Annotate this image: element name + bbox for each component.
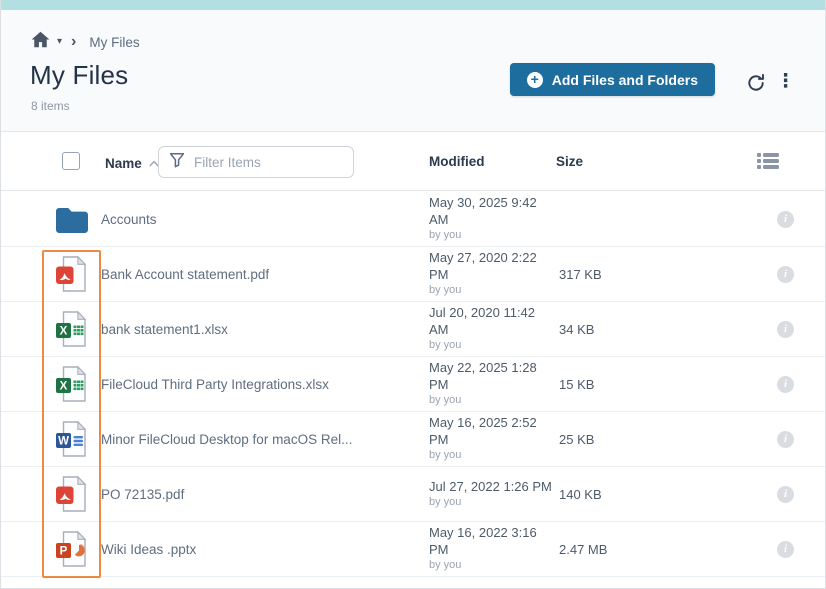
info-icon[interactable]: i [777, 266, 794, 283]
file-type-icon: W [53, 420, 101, 458]
file-size: 140 KB [556, 487, 666, 502]
home-icon[interactable] [31, 31, 50, 53]
file-size: 317 KB [556, 267, 666, 282]
breadcrumb: ▾ › My Files [31, 31, 140, 53]
modified-cell: May 16, 2022 3:16 PM by you [429, 525, 556, 572]
more-options-icon[interactable]: ⋮ [772, 68, 799, 96]
file-name[interactable]: Minor FileCloud Desktop for macOS Rel... [101, 432, 429, 447]
file-size: 2.47 MB [556, 542, 666, 557]
modified-by: by you [429, 229, 556, 243]
modified-cell: May 30, 2025 9:42 AM by you [429, 195, 556, 242]
file-type-icon: X [53, 310, 101, 348]
top-accent-bar [1, 0, 825, 10]
filecloud-window: ▾ › My Files My Files 8 items + Add File… [0, 0, 826, 589]
file-row[interactable]: W Minor FileCloud Desktop for macOS Rel.… [1, 412, 825, 467]
file-name[interactable]: bank statement1.xlsx [101, 322, 429, 337]
table-header: Name Modified Size [1, 133, 825, 191]
file-row[interactable]: Bank Account statement.pdf May 27, 2020 … [1, 247, 825, 302]
column-header-name[interactable]: Name [105, 156, 142, 171]
pdf-file-icon [53, 475, 89, 513]
file-row[interactable]: P Wiki Ideas .pptx May 16, 2022 3:16 PM … [1, 522, 825, 577]
file-row[interactable]: Accounts May 30, 2025 9:42 AM by you i [1, 192, 825, 247]
chevron-down-icon[interactable]: ▾ [57, 37, 62, 47]
filter-input[interactable] [194, 155, 343, 170]
modified-cell: May 16, 2025 2:52 PM by you [429, 415, 556, 462]
file-size: 15 KB [556, 377, 666, 392]
add-files-button-label: Add Files and Folders [552, 72, 698, 88]
pptx-file-icon: P [53, 530, 89, 568]
column-header-modified[interactable]: Modified [429, 154, 485, 169]
list-view-icon[interactable] [756, 151, 780, 176]
file-size: 25 KB [556, 432, 666, 447]
modified-cell: Jul 20, 2020 11:42 AM by you [429, 305, 556, 352]
file-row[interactable]: PO 72135.pdf Jul 27, 2022 1:26 PM by you… [1, 467, 825, 522]
docx-file-icon: W [53, 420, 89, 458]
info-icon[interactable]: i [777, 211, 794, 228]
info-icon[interactable]: i [777, 376, 794, 393]
svg-text:X: X [60, 326, 68, 338]
file-name[interactable]: FileCloud Third Party Integrations.xlsx [101, 377, 429, 392]
file-type-icon: P [53, 530, 101, 568]
info-icon[interactable]: i [777, 486, 794, 503]
modified-by: by you [429, 496, 556, 510]
modified-cell: Jul 27, 2022 1:26 PM by you [429, 479, 556, 510]
modified-date: May 16, 2022 3:16 PM [429, 525, 556, 558]
modified-by: by you [429, 394, 556, 408]
file-name[interactable]: Wiki Ideas .pptx [101, 542, 429, 557]
add-files-button[interactable]: + Add Files and Folders [510, 63, 715, 96]
file-row[interactable]: X bank statement1.xlsx Jul 20, 2020 11:4… [1, 302, 825, 357]
modified-date: May 22, 2025 1:28 PM [429, 360, 556, 393]
file-name[interactable]: Accounts [101, 212, 429, 227]
file-type-icon [53, 204, 101, 235]
modified-by: by you [429, 449, 556, 463]
file-list: Accounts May 30, 2025 9:42 AM by you i B… [1, 192, 825, 577]
pdf-file-icon [53, 255, 89, 293]
refresh-icon[interactable] [745, 72, 767, 94]
file-name[interactable]: PO 72135.pdf [101, 487, 429, 502]
modified-by: by you [429, 559, 556, 573]
file-type-icon [53, 475, 101, 513]
modified-date: May 30, 2025 9:42 AM [429, 195, 556, 228]
modified-date: May 27, 2020 2:22 PM [429, 250, 556, 283]
modified-date: Jul 27, 2022 1:26 PM [429, 479, 556, 495]
file-size: 34 KB [556, 322, 666, 337]
column-header-size[interactable]: Size [556, 154, 583, 169]
file-row[interactable]: X FileCloud Third Party Integrations.xls… [1, 357, 825, 412]
file-name[interactable]: Bank Account statement.pdf [101, 267, 429, 282]
xlsx-file-icon: X [53, 310, 89, 348]
item-count: 8 items [31, 99, 70, 113]
filter-box [158, 146, 354, 178]
modified-date: May 16, 2025 2:52 PM [429, 415, 556, 448]
plus-circle-icon: + [527, 72, 543, 88]
modified-cell: May 27, 2020 2:22 PM by you [429, 250, 556, 297]
info-icon[interactable]: i [777, 321, 794, 338]
select-all-checkbox[interactable] [62, 152, 80, 170]
page-header: ▾ › My Files My Files 8 items + Add File… [1, 10, 825, 132]
modified-cell: May 22, 2025 1:28 PM by you [429, 360, 556, 407]
page-title: My Files [30, 60, 128, 91]
breadcrumb-separator-icon: › [71, 34, 76, 50]
svg-text:X: X [60, 381, 68, 393]
info-icon[interactable]: i [777, 431, 794, 448]
file-type-icon [53, 255, 101, 293]
svg-text:P: P [60, 546, 68, 558]
svg-text:W: W [58, 436, 69, 448]
modified-by: by you [429, 339, 556, 353]
xlsx-file-icon: X [53, 365, 89, 403]
breadcrumb-current[interactable]: My Files [89, 35, 139, 50]
folder-icon [53, 204, 91, 235]
filter-funnel-icon [169, 152, 185, 173]
modified-by: by you [429, 284, 556, 298]
file-type-icon: X [53, 365, 101, 403]
modified-date: Jul 20, 2020 11:42 AM [429, 305, 556, 338]
info-icon[interactable]: i [777, 541, 794, 558]
